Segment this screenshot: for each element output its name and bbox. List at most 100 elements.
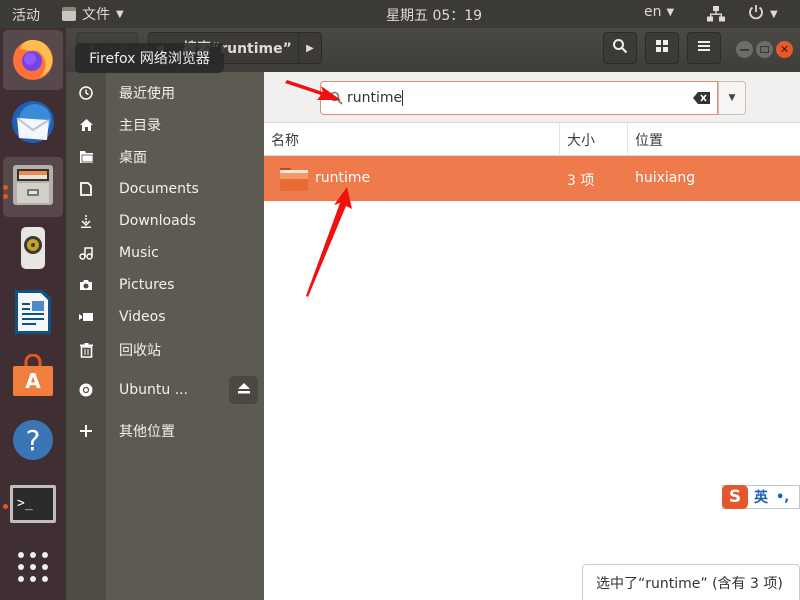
ime-mode-label: 英 xyxy=(754,490,768,506)
column-location[interactable]: 位置 xyxy=(628,123,800,156)
menu-button[interactable] xyxy=(687,32,721,64)
camera-icon xyxy=(66,279,106,291)
plus-icon xyxy=(66,425,106,437)
sidebar-item-label: 主目录 xyxy=(119,118,161,134)
ime-toolbar[interactable]: S 英 •, xyxy=(722,485,800,509)
chevron-down-icon: ▼ xyxy=(116,8,124,20)
search-bar: runtime ▼ xyxy=(264,72,800,123)
search-input[interactable]: runtime xyxy=(320,81,718,115)
dock-files[interactable] xyxy=(3,157,63,217)
minimize-icon xyxy=(740,48,749,51)
dock-libreoffice-writer[interactable] xyxy=(3,284,63,344)
thunderbird-icon xyxy=(9,98,57,150)
sidebar-item-trash[interactable]: 回收站 xyxy=(66,335,264,365)
clock[interactable]: 星期五 05：19 xyxy=(386,5,482,25)
file-location: huixiang xyxy=(635,170,696,186)
sidebar-item-other-locations[interactable]: 其他位置 xyxy=(66,416,264,446)
column-name[interactable]: 名称 xyxy=(264,123,560,156)
firefox-icon xyxy=(10,35,56,85)
activities-button[interactable]: 活动 xyxy=(12,5,40,25)
clock-icon xyxy=(66,86,106,100)
dock-firefox[interactable] xyxy=(3,30,63,90)
app-menu-label: 文件 xyxy=(82,7,110,23)
minimize-button[interactable] xyxy=(736,41,753,58)
maximize-icon xyxy=(760,46,769,53)
input-method-menu[interactable]: en ▼ xyxy=(644,4,674,20)
sidebar-item-home[interactable]: 主目录 xyxy=(66,110,264,140)
sidebar-item-label: 最近使用 xyxy=(119,86,175,102)
folder-icon xyxy=(66,150,106,164)
sidebar-item-label: Downloads xyxy=(119,213,196,229)
svg-text:A: A xyxy=(25,369,41,393)
svg-text:>_: >_ xyxy=(17,496,33,511)
files-icon xyxy=(11,163,55,211)
sogou-icon: S xyxy=(722,485,748,509)
sidebar: 最近使用 主目录 桌面 Documents Downloads Music Pi… xyxy=(66,72,264,600)
sidebar-item-label: 回收站 xyxy=(119,343,161,359)
sidebar-item-label: 其他位置 xyxy=(119,424,175,440)
sidebar-item-recent[interactable]: 最近使用 xyxy=(66,78,264,108)
chevron-down-icon: ▼ xyxy=(728,93,736,103)
terminal-icon: >_ xyxy=(10,485,56,527)
table-row[interactable]: runtime 3 项 huixiang xyxy=(264,156,800,201)
dock-show-applications[interactable] xyxy=(3,539,63,599)
search-button[interactable] xyxy=(603,32,637,64)
running-indicator xyxy=(3,504,8,509)
column-size[interactable]: 大小 xyxy=(560,123,628,156)
download-icon xyxy=(66,214,106,228)
sidebar-item-documents[interactable]: Documents xyxy=(66,174,264,204)
app-menu[interactable]: 文件 ▼ xyxy=(62,4,124,24)
eject-button[interactable] xyxy=(229,376,258,404)
software-bag-icon: A xyxy=(11,353,55,402)
trash-icon xyxy=(66,342,106,358)
sidebar-item-label: 桌面 xyxy=(119,150,147,166)
close-button[interactable]: ✕ xyxy=(776,41,793,58)
svg-text:?: ? xyxy=(26,424,41,457)
maximize-button[interactable] xyxy=(756,41,773,58)
path-right-button[interactable]: ▶ xyxy=(298,32,322,64)
eject-icon xyxy=(237,382,250,398)
close-icon: ✕ xyxy=(779,43,790,56)
input-method-label: en xyxy=(644,4,662,20)
search-icon xyxy=(329,91,343,105)
running-indicator xyxy=(3,185,8,190)
sidebar-item-desktop[interactable]: 桌面 xyxy=(66,142,264,172)
text-cursor xyxy=(402,90,404,106)
running-indicator xyxy=(3,194,8,199)
hamburger-icon xyxy=(698,40,710,56)
sidebar-item-label: Ubuntu ... xyxy=(119,382,189,398)
search-icon xyxy=(612,38,628,58)
search-options-button[interactable]: ▼ xyxy=(718,81,746,115)
sidebar-item-label: Music xyxy=(119,245,159,261)
file-name: runtime xyxy=(315,170,371,186)
network-icon[interactable] xyxy=(707,6,725,26)
grid-view-icon xyxy=(656,40,668,56)
app-grid-icon xyxy=(16,550,50,588)
dock-rhythmbox[interactable] xyxy=(3,220,63,280)
power-icon xyxy=(748,4,764,24)
sidebar-item-music[interactable]: Music xyxy=(66,238,264,268)
clear-search-icon[interactable] xyxy=(693,91,711,105)
music-icon xyxy=(66,246,106,260)
column-header: 名称 大小 位置 xyxy=(264,123,800,156)
system-menu[interactable]: ▼ xyxy=(748,4,778,24)
help-icon: ? xyxy=(12,419,54,465)
document-icon xyxy=(66,182,106,196)
dock-help[interactable]: ? xyxy=(3,412,63,472)
dock-ubuntu-software[interactable]: A xyxy=(3,348,63,408)
ime-punct-label: •, xyxy=(776,489,790,505)
view-toggle-button[interactable] xyxy=(645,32,679,64)
sidebar-item-label: Pictures xyxy=(119,277,175,293)
video-icon xyxy=(66,312,106,322)
sidebar-item-label: Documents xyxy=(119,181,199,197)
sidebar-item-pictures[interactable]: Pictures xyxy=(66,270,264,300)
dock-terminal[interactable]: >_ xyxy=(3,476,63,536)
sidebar-item-downloads[interactable]: Downloads xyxy=(66,206,264,236)
dock-thunderbird[interactable] xyxy=(3,94,63,154)
sidebar-item-videos[interactable]: Videos xyxy=(66,302,264,332)
file-view: runtime ▼ 名称 大小 位置 runtime 3 项 huixiang … xyxy=(264,72,800,600)
top-bar: 活动 文件 ▼ 星期五 05：19 en ▼ ▼ xyxy=(0,0,800,28)
chevron-down-icon: ▼ xyxy=(770,8,778,20)
writer-icon xyxy=(13,288,53,340)
search-value: runtime xyxy=(347,90,403,106)
